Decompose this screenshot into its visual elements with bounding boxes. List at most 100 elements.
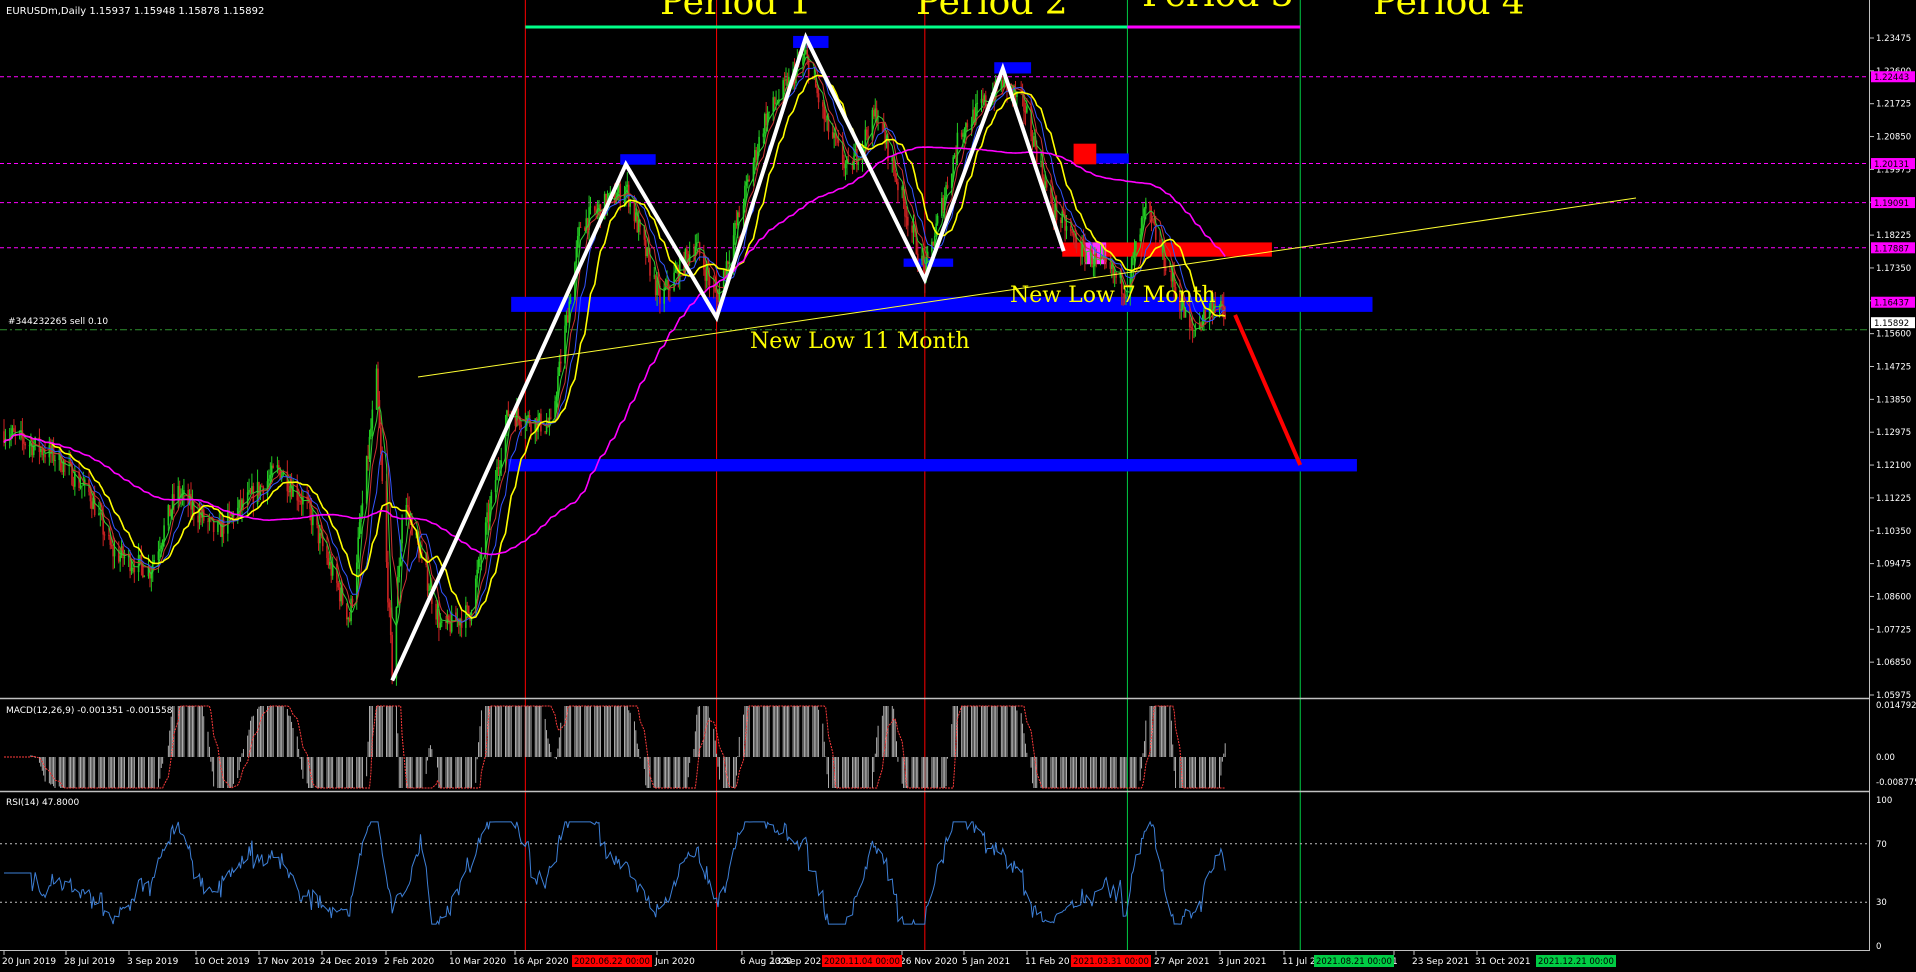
candle-body [982,98,984,102]
time-tick-label: 10 Oct 2019 [194,957,250,967]
candle-body [946,185,949,189]
candle-body [1143,208,1146,217]
candle-body [754,150,756,163]
candle-body [768,111,770,114]
candle-body [1045,181,1048,188]
candle-body [773,97,776,105]
candle-body [763,113,766,134]
price-tag-label: 1.20131 [1874,160,1909,170]
candle-body [1153,221,1156,225]
candle-body [783,80,786,81]
candle-body [897,182,899,191]
candle-body [496,467,498,481]
candle-body [892,157,895,171]
candle-body [728,262,731,265]
price-tick-label: 1.17350 [1876,264,1911,274]
price-tick-label: 1.21725 [1876,100,1911,110]
candle-body [955,155,957,157]
candle-body [268,478,270,482]
candle-body [755,150,758,160]
candle-body [428,590,430,592]
candle-body [822,102,824,107]
candle-body [24,443,27,446]
candle-body [717,299,719,303]
candle-body [816,87,818,94]
candle-body [1111,264,1113,269]
candle-body [23,438,25,444]
candle-body [894,170,896,179]
price-tick-label: 1.10350 [1876,527,1911,537]
candle-body [843,163,845,169]
candle-body [499,467,501,469]
price-tick-label: 1.06850 [1876,658,1911,668]
candle-body [708,276,711,286]
candle-body [466,605,469,607]
candle-body [758,136,760,152]
candle-body [738,212,741,218]
candle-body [1142,216,1144,218]
candle-body [1139,234,1141,242]
candle-body [932,241,935,246]
candle-body [1203,310,1205,321]
candle-body [941,197,943,216]
macd-tick-label: -0.008775 [1876,778,1916,788]
time-tick-label: 26 Nov 2020 [900,957,958,967]
candle-body [387,562,389,603]
candle-body [119,555,121,562]
price-tick-label: 1.07725 [1876,625,1911,635]
candle-body [1115,272,1117,278]
candle-body [479,558,481,560]
candle-body [1133,249,1136,256]
candle-body [72,484,75,487]
candle-body [11,428,14,434]
price-tick-label: 1.11225 [1876,494,1911,504]
candle-body [980,98,983,103]
candle-body [737,212,739,226]
candle-body [905,216,908,218]
candle-body [1051,198,1054,211]
candle-body [942,197,945,211]
candle-body [123,557,126,559]
price-chart[interactable]: EURUSDm,Daily 1.15937 1.15948 1.15878 1.… [0,0,1916,972]
candle-body [856,149,858,165]
candle-body [1149,201,1151,212]
candle-body [907,216,909,226]
candle-body [874,108,877,117]
candle-body [477,559,480,570]
candle-body [1159,239,1161,244]
candle-body [1075,237,1078,250]
candle-body [143,576,146,578]
candle-body [1085,255,1088,262]
candle-body [370,428,372,437]
candle-body [1191,327,1194,331]
candle-body [300,501,303,505]
candle-body [637,220,640,233]
candle-body [895,178,898,183]
candle-body [936,215,939,224]
candle-body [367,456,369,459]
time-tick-label: 20 Jun 2019 [2,957,56,967]
candle-body [871,110,874,141]
candle-body [480,554,483,559]
candle-body [272,465,274,468]
candle-body [960,132,963,137]
candle-body [530,424,532,432]
candle-body [695,242,698,247]
time-tick-label: 5 Jan 2021 [962,957,1010,967]
candle-body [1130,258,1133,279]
candle-body [669,289,671,291]
price-tick-label: 1.05975 [1876,691,1911,701]
candle-body [103,534,106,536]
candle-body [578,226,580,237]
candle-body [299,500,301,502]
candle-body [507,410,510,416]
candle-body [952,157,954,174]
candle-body [1140,217,1143,235]
candle-body [545,425,548,433]
candle-body [1145,201,1147,209]
time-tick-label: 11 Feb 20 [1025,957,1070,967]
candle-body [28,445,31,447]
candle-body [1065,226,1068,231]
price-tick-label: 1.13850 [1876,395,1911,405]
candle-body [350,598,352,622]
